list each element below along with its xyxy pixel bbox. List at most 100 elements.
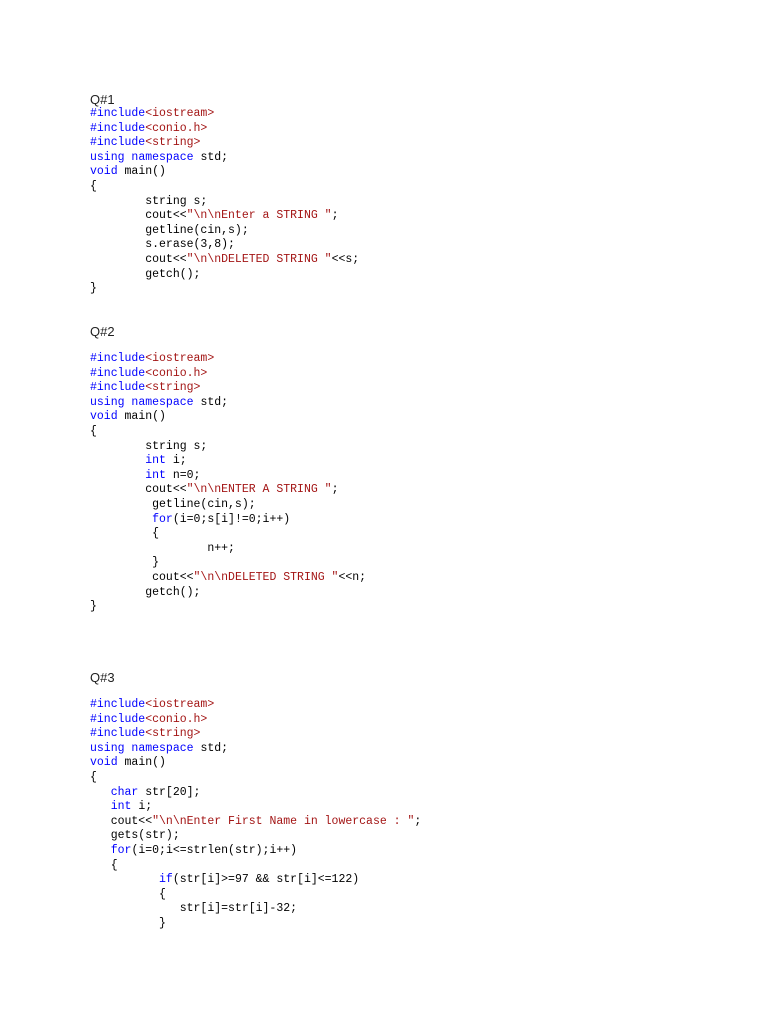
code-token: int <box>110 800 132 814</box>
code-line: str[i]=str[i]-32; <box>90 902 421 917</box>
code-token: #include <box>90 121 146 135</box>
code-line: s.erase(3,8); <box>90 238 359 253</box>
code-token: } <box>90 600 97 614</box>
code-line: } <box>90 917 421 932</box>
code-token: std; <box>193 741 229 755</box>
code-token: { <box>90 424 97 438</box>
code-line: getline(cin,s); <box>90 498 366 513</box>
code-token: void <box>90 756 118 770</box>
code-token: using <box>90 741 125 755</box>
code-line: { <box>90 888 421 903</box>
code-token: "\n\nDELETED STRING " <box>186 252 332 266</box>
code-token: getline(cin,s); <box>90 497 256 511</box>
code-token: "\n\nEnter a STRING " <box>186 209 332 223</box>
code-line: using namespace std; <box>90 396 366 411</box>
code-token: { <box>90 858 118 872</box>
code-token: #include <box>90 366 146 380</box>
code-line: cout<<"\n\nEnter First Name in lowercase… <box>90 814 422 830</box>
code-token: <iostream> <box>145 698 215 711</box>
code-token: { <box>90 527 160 541</box>
code-block-q3: #include<iostream> #include<conio.h> #incl… <box>90 698 421 932</box>
code-token: getline(cin,s); <box>90 223 249 237</box>
code-token: { <box>90 179 97 193</box>
code-line: #include<string> <box>90 727 421 742</box>
code-line: int i; <box>90 800 421 815</box>
code-token: #include <box>90 712 146 726</box>
code-token: <<s; <box>331 252 360 266</box>
code-line: #include<iostream> <box>90 352 366 367</box>
code-line: gets(str); <box>90 829 421 844</box>
code-line: string s; <box>90 440 366 455</box>
code-token: string s; <box>90 194 208 208</box>
code-line: getch(); <box>90 268 359 283</box>
code-token: void <box>90 165 118 179</box>
code-line: void main() <box>90 410 366 425</box>
code-token: { <box>90 770 97 784</box>
code-token: string s; <box>90 439 208 453</box>
code-token: void <box>90 410 118 424</box>
code-line: cout<<"\n\nEnter a STRING "; <box>90 209 359 224</box>
code-line: cout<<"\n\nDELETED STRING "<<s; <box>90 253 359 268</box>
code-token: <conio.h> <box>145 366 208 380</box>
code-token: namespace <box>131 741 194 755</box>
code-token: } <box>90 556 160 570</box>
code-token: #include <box>90 727 146 741</box>
code-line: getline(cin,s); <box>90 224 359 239</box>
code-token: char <box>110 785 139 799</box>
code-line: #include<string> <box>90 136 359 151</box>
code-token: "\n\nENTER A STRING " <box>186 483 332 497</box>
code-token: "\n\nEnter First Name in lowercase : " <box>152 814 415 828</box>
code-token: <iostream> <box>145 107 215 120</box>
code-line: for(i=0;s[i]!=0;i++) <box>90 513 366 528</box>
code-token: { <box>90 887 166 901</box>
code-line: { <box>90 180 359 195</box>
code-line: } <box>90 556 366 571</box>
code-token: (i=0;i<=strlen(str);i++) <box>131 843 298 857</box>
code-token: #include <box>90 381 146 395</box>
code-line: cout<<"\n\nENTER A STRING "; <box>90 483 366 498</box>
code-token: #include <box>90 107 146 120</box>
code-token: for <box>110 843 132 857</box>
code-line: { <box>90 771 421 786</box>
code-token: n++; <box>90 541 235 555</box>
code-token: i; <box>131 800 153 814</box>
code-token: std; <box>193 395 229 409</box>
code-line: { <box>90 527 366 542</box>
code-token: main() <box>117 165 166 179</box>
code-token: <conio.h> <box>145 121 208 135</box>
code-line: void main() <box>90 756 421 771</box>
code-token: #include <box>90 136 146 150</box>
code-line: #include<conio.h> <box>90 713 421 728</box>
code-token: str[20]; <box>138 785 201 799</box>
code-line: for(i=0;i<=strlen(str);i++) <box>90 844 421 859</box>
code-line: getch(); <box>90 586 366 601</box>
code-line: } <box>90 282 359 297</box>
section-heading-q3: Q#3 <box>90 670 115 685</box>
code-line: n++; <box>90 542 366 557</box>
code-token: getch(); <box>90 267 201 281</box>
code-token: for <box>152 512 173 526</box>
section-heading-q2: Q#2 <box>90 324 115 339</box>
code-token: ; <box>414 814 422 828</box>
code-token: "\n\nDELETED STRING " <box>193 570 339 584</box>
code-token: using <box>90 395 125 409</box>
code-token: cout<< <box>90 483 187 497</box>
code-token: std; <box>193 150 229 164</box>
code-block-q1: #include<iostream> #include<conio.h> #incl… <box>90 107 359 297</box>
code-token: cout<< <box>90 252 187 266</box>
code-token: gets(str); <box>90 829 180 843</box>
code-token: str[i]=str[i]-32; <box>90 902 298 916</box>
code-line: #include<string> <box>90 381 366 396</box>
code-token: using <box>90 150 125 164</box>
code-token: } <box>90 282 97 296</box>
code-line: #include<iostream> <box>90 107 359 122</box>
code-token: s.erase(3,8); <box>90 238 235 252</box>
code-token: main() <box>117 410 166 424</box>
code-token: i; <box>165 454 187 468</box>
code-token: int <box>145 468 166 482</box>
